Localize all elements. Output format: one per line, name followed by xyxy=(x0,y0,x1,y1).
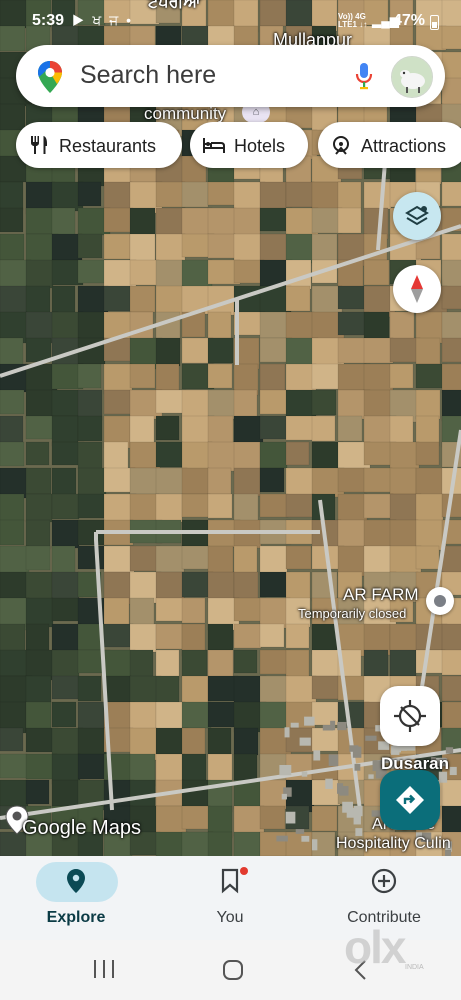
search-input[interactable]: Search here xyxy=(80,61,216,90)
olx-watermark-sub: INDIA xyxy=(405,964,424,971)
nav-explore[interactable]: Explore xyxy=(16,856,136,940)
add-circle-icon xyxy=(371,868,397,894)
network-line-2: LTE1 ↓↑ xyxy=(338,20,368,29)
olx-watermark: olx xyxy=(344,921,406,973)
map-label-ar-farm-status: Temporarily closed xyxy=(298,606,407,621)
nav-explore-label: Explore xyxy=(46,909,106,926)
bed-icon xyxy=(203,138,225,153)
status-bar: 5:39 ▶ ਖ ਜ • Vo)) 4G LTE1 ↓↑ ▂▄▆ 47% xyxy=(0,0,461,40)
recents-icon[interactable] xyxy=(92,958,116,980)
search-bar[interactable]: Search here xyxy=(16,45,445,107)
chip-hotels-label: Hotels xyxy=(234,136,286,156)
directions-button[interactable] xyxy=(380,770,440,830)
chip-restaurants[interactable]: Restaurants xyxy=(16,122,182,168)
fork-knife-icon xyxy=(31,136,47,154)
microphone-icon[interactable] xyxy=(354,61,374,91)
chip-attractions-label: Attractions xyxy=(361,136,447,156)
layers-icon xyxy=(405,205,429,226)
explore-pin-icon xyxy=(67,869,85,893)
map-label-hospitality[interactable]: Hospitality Culin xyxy=(336,835,451,853)
battery-percent: 47% xyxy=(393,12,426,29)
directions-icon xyxy=(396,786,424,814)
battery-icon xyxy=(430,15,439,30)
notification-dot xyxy=(240,867,248,875)
home-icon[interactable] xyxy=(221,958,245,982)
compass-icon xyxy=(411,275,423,303)
avatar-image xyxy=(392,57,432,97)
compass-button[interactable] xyxy=(393,265,441,313)
notification-icons: ▶ ਖ ਜ • xyxy=(72,12,134,28)
map-label-community[interactable]: community xyxy=(144,104,226,124)
network-indicator: Vo)) 4G LTE1 ↓↑ xyxy=(338,13,367,29)
status-time: 5:39 xyxy=(32,12,65,29)
chip-hotels[interactable]: Hotels xyxy=(190,122,308,168)
google-maps-logo: Google Maps xyxy=(22,817,141,839)
nav-you[interactable]: You xyxy=(170,856,290,940)
location-off-icon xyxy=(394,700,426,732)
bookmark-icon xyxy=(221,868,239,894)
attractions-icon xyxy=(333,136,349,155)
layers-button[interactable] xyxy=(393,192,441,240)
profile-avatar[interactable] xyxy=(391,56,433,98)
chip-restaurants-label: Restaurants xyxy=(59,136,157,156)
map-label-ar-farm[interactable]: AR FARM xyxy=(343,585,419,605)
ar-farm-place-pin-icon[interactable] xyxy=(426,587,454,615)
nav-you-label: You xyxy=(216,909,244,926)
my-location-button[interactable] xyxy=(380,686,440,746)
google-maps-pin-icon xyxy=(38,61,62,93)
chip-attractions[interactable]: Attractions xyxy=(318,122,461,168)
